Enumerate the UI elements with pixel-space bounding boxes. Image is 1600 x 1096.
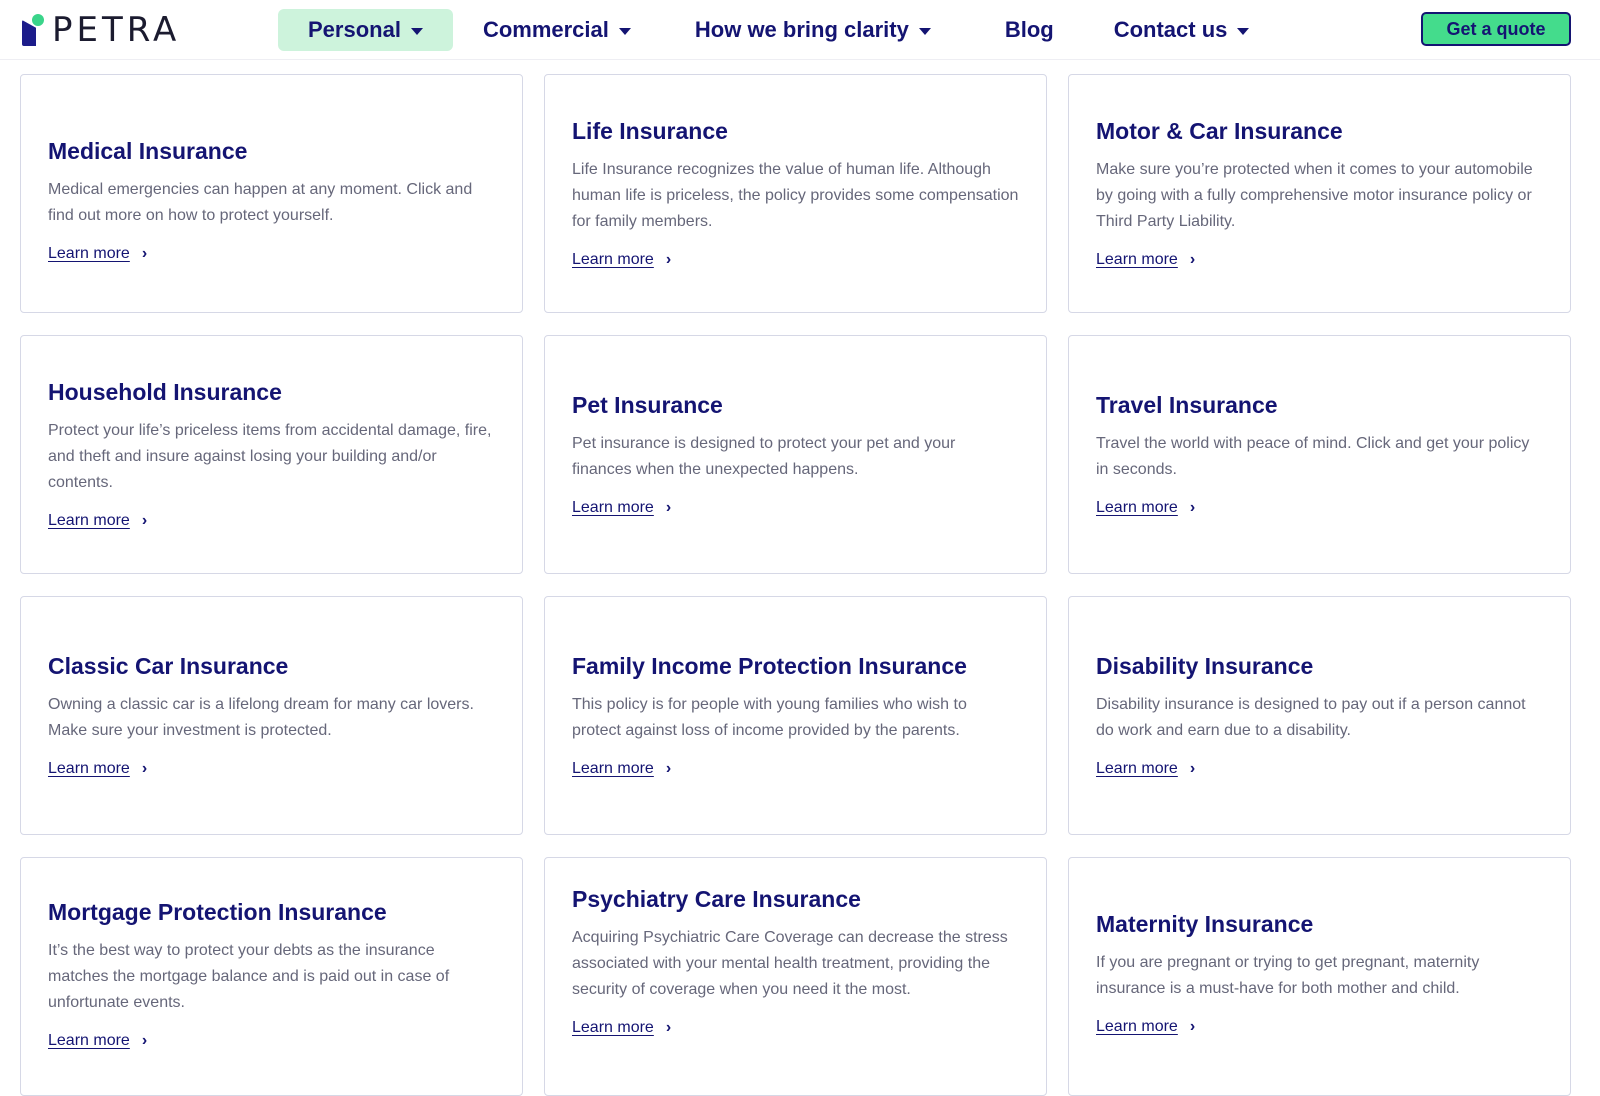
site-header: PETRA Personal Commercial How we bring c… (0, 0, 1600, 60)
nav-item-label: Contact us (1113, 17, 1228, 42)
card-title: Disability Insurance (1096, 652, 1314, 679)
card-description: Life Insurance recognizes the value of h… (572, 160, 1019, 230)
learn-more-label: Learn more (572, 498, 654, 516)
card-title: Classic Car Insurance (48, 652, 289, 679)
learn-more-link[interactable]: Learn more › (1096, 249, 1543, 271)
learn-more-link[interactable]: Learn more › (1096, 758, 1543, 780)
learn-more-link[interactable]: Learn more › (572, 249, 1019, 271)
card-maternity-insurance: Maternity Insurance If you are pregnant … (1068, 857, 1571, 1096)
learn-more-link[interactable]: Learn more › (572, 1017, 1019, 1039)
get-a-quote-button[interactable]: Get a quote (1421, 12, 1571, 46)
card-title: Travel Insurance (1096, 391, 1278, 418)
chevron-right-icon: › (141, 511, 148, 529)
card-family-income-protection-insurance: Family Income Protection Insurance This … (544, 596, 1047, 835)
learn-more-label: Learn more (1096, 250, 1178, 268)
card-description: Disability insurance is designed to pay … (1096, 695, 1526, 739)
card-psychiatry-care-insurance: Psychiatry Care Insurance Acquiring Psyc… (544, 857, 1047, 1096)
card-description: Pet insurance is designed to protect you… (572, 434, 956, 478)
nav-item-how-we-bring-clarity[interactable]: How we bring clarity (665, 9, 961, 51)
nav-item-blog[interactable]: Blog (975, 9, 1084, 51)
card-description: Protect your life’s priceless items from… (48, 421, 492, 491)
chevron-right-icon: › (665, 498, 672, 516)
learn-more-link[interactable]: Learn more › (572, 497, 1019, 519)
chevron-right-icon: › (1189, 1018, 1196, 1035)
learn-more-label: Learn more (572, 759, 654, 777)
card-medical-insurance: Medical Insurance Medical emergencies ca… (20, 74, 523, 313)
card-description: Travel the world with peace of mind. Cli… (1096, 434, 1530, 478)
learn-more-label: Learn more (1096, 1018, 1178, 1035)
chevron-right-icon: › (141, 759, 148, 777)
chevron-right-icon: › (665, 759, 672, 777)
nav-item-label: How we bring clarity (694, 17, 909, 42)
card-travel-insurance: Travel Insurance Travel the world with p… (1068, 335, 1571, 574)
chevron-right-icon: › (1189, 250, 1196, 268)
learn-more-label: Learn more (1096, 498, 1178, 516)
learn-more-label: Learn more (48, 1032, 130, 1049)
chevron-right-icon: › (665, 1019, 672, 1036)
nav-item-label: Commercial (482, 17, 609, 42)
nav-item-label: Personal (308, 17, 401, 42)
learn-more-link[interactable]: Learn more › (572, 758, 1019, 780)
caret-down-icon (1237, 27, 1250, 35)
card-title: Motor & Car Insurance (1096, 117, 1343, 144)
nav-item-commercial[interactable]: Commercial (453, 9, 661, 51)
card-title: Maternity Insurance (1096, 911, 1314, 937)
logo-mark-icon (20, 12, 46, 48)
learn-more-label: Learn more (48, 759, 130, 777)
card-title: Medical Insurance (48, 137, 248, 164)
caret-down-icon (410, 27, 423, 35)
learn-more-label: Learn more (48, 511, 130, 529)
card-household-insurance: Household Insurance Protect your life’s … (20, 335, 523, 574)
card-classic-car-insurance: Classic Car Insurance Owning a classic c… (20, 596, 523, 835)
card-life-insurance: Life Insurance Life Insurance recognizes… (544, 74, 1047, 313)
card-title: Mortgage Protection Insurance (48, 899, 387, 925)
caret-down-icon (618, 27, 631, 35)
learn-more-label: Learn more (1096, 759, 1178, 777)
nav-item-contact-us[interactable]: Contact us (1084, 9, 1280, 51)
learn-more-link[interactable]: Learn more › (48, 243, 495, 265)
learn-more-link[interactable]: Learn more › (1096, 497, 1543, 519)
caret-down-icon (918, 27, 931, 35)
card-pet-insurance: Pet Insurance Pet insurance is designed … (544, 335, 1047, 574)
card-mortgage-protection-insurance: Mortgage Protection Insurance It’s the b… (20, 857, 523, 1096)
learn-more-link[interactable]: Learn more › (48, 1030, 495, 1052)
petra-logo[interactable]: PETRA (20, 12, 180, 48)
chevron-right-icon: › (141, 1032, 148, 1049)
card-description: Medical emergencies can happen at any mo… (48, 180, 473, 224)
chevron-right-icon: › (141, 244, 148, 262)
learn-more-link[interactable]: Learn more › (48, 758, 495, 780)
nav-item-personal[interactable]: Personal (278, 9, 453, 51)
chevron-right-icon: › (1189, 498, 1196, 516)
logo-text: PETRA (52, 10, 181, 50)
card-description: Make sure you’re protected when it comes… (1096, 160, 1533, 230)
learn-more-label: Learn more (572, 1019, 654, 1036)
main-nav: Personal Commercial How we bring clarity… (278, 9, 1279, 51)
learn-more-link[interactable]: Learn more › (48, 510, 495, 532)
card-title: Family Income Protection Insurance (572, 652, 967, 679)
card-disability-insurance: Disability Insurance Disability insuranc… (1068, 596, 1571, 835)
card-description: If you are pregnant or trying to get pre… (1096, 954, 1480, 997)
card-description: It’s the best way to protect your debts … (48, 942, 450, 1011)
nav-item-label: Blog (1004, 17, 1054, 42)
chevron-right-icon: › (1189, 759, 1196, 777)
card-description: Acquiring Psychiatric Care Coverage can … (572, 929, 1008, 998)
card-motor-car-insurance: Motor & Car Insurance Make sure you’re p… (1068, 74, 1571, 313)
card-description: Owning a classic car is a lifelong dream… (48, 695, 474, 739)
card-title: Pet Insurance (572, 391, 723, 418)
card-title: Life Insurance (572, 117, 728, 144)
chevron-right-icon: › (665, 250, 672, 268)
card-description: This policy is for people with young fam… (572, 695, 967, 739)
learn-more-label: Learn more (48, 244, 130, 262)
insurance-card-grid: Medical Insurance Medical emergencies ca… (20, 74, 1572, 1096)
learn-more-label: Learn more (572, 250, 654, 268)
learn-more-link[interactable]: Learn more › (1096, 1016, 1543, 1038)
card-title: Household Insurance (48, 378, 282, 405)
card-title: Psychiatry Care Insurance (572, 886, 861, 912)
